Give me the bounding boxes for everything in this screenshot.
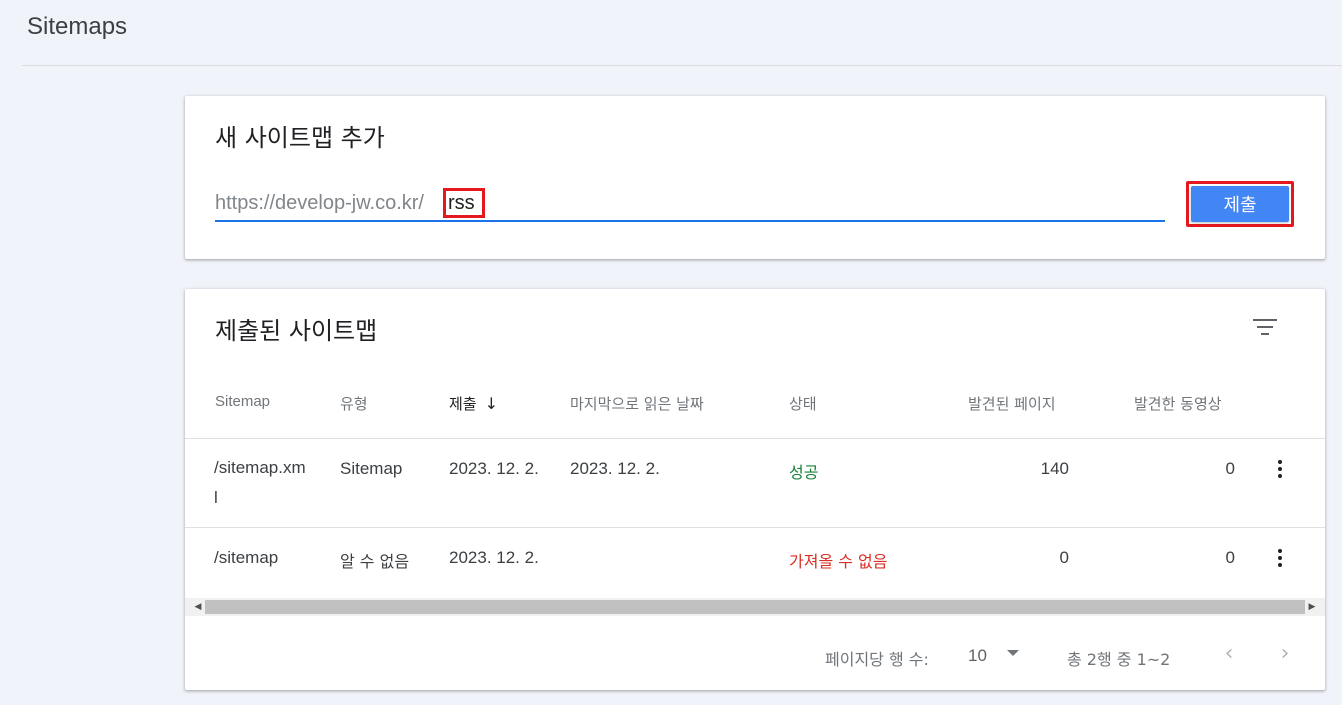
url-prefix: https://develop-jw.co.kr/ bbox=[215, 192, 424, 214]
col-header-last-read[interactable]: 마지막으로 읽은 날짜 bbox=[570, 393, 704, 414]
arrow-down-icon: ↓ bbox=[484, 394, 499, 413]
status-badge: 성공 bbox=[789, 463, 819, 482]
add-sitemap-card: 새 사이트맵 추가 https://develop-jw.co.kr/ 제출 bbox=[185, 96, 1325, 259]
rows-per-page-select[interactable]: 10 bbox=[968, 646, 987, 666]
cell-sitemap[interactable]: /sitemap bbox=[214, 548, 278, 568]
submit-button-highlight: 제출 bbox=[1186, 181, 1294, 227]
status-badge: 가져올 수 없음 bbox=[789, 552, 888, 571]
cell-pages: 140 bbox=[1040, 459, 1069, 478]
submit-button[interactable]: 제출 bbox=[1191, 186, 1289, 222]
row-divider bbox=[185, 527, 1325, 528]
col-header-sitemap[interactable]: Sitemap bbox=[215, 393, 270, 410]
chevron-left-icon[interactable]: ‹ bbox=[1219, 641, 1239, 666]
more-vert-icon[interactable] bbox=[1268, 546, 1292, 570]
cell-last-read: 2023. 12. 2. bbox=[570, 459, 660, 478]
cell-type: Sitemap bbox=[340, 459, 403, 478]
submitted-sitemaps-card: 제출된 사이트맵 Sitemap 유형 제출 ↓ 마지막으로 읽은 날짜 상태 발… bbox=[185, 289, 1325, 690]
submitted-sitemaps-title: 제출된 사이트맵 bbox=[215, 317, 378, 345]
horizontal-scrollbar[interactable]: ◀ ▶ bbox=[185, 598, 1325, 616]
cell-videos: 0 bbox=[1225, 548, 1235, 567]
header-divider bbox=[185, 438, 1325, 439]
page-title: Sitemaps bbox=[27, 13, 128, 40]
sitemap-url-field[interactable]: https://develop-jw.co.kr/ bbox=[215, 182, 1165, 222]
more-vert-icon[interactable] bbox=[1268, 457, 1292, 481]
cell-pages: 0 bbox=[1059, 548, 1069, 567]
col-header-submitted-label: 제출 bbox=[449, 395, 477, 413]
cell-type: 알 수 없음 bbox=[340, 552, 410, 571]
filter-list-icon[interactable] bbox=[1251, 317, 1279, 337]
title-divider bbox=[22, 65, 1342, 66]
col-header-type[interactable]: 유형 bbox=[340, 393, 368, 414]
col-header-videos[interactable]: 발견한 동영상 bbox=[1134, 393, 1222, 414]
col-header-status[interactable]: 상태 bbox=[789, 393, 817, 414]
scrollbar-thumb[interactable] bbox=[205, 600, 1305, 614]
col-header-submitted[interactable]: 제출 ↓ bbox=[449, 393, 498, 414]
chevron-down-icon[interactable] bbox=[1007, 650, 1019, 656]
chevron-right-icon[interactable]: › bbox=[1275, 641, 1295, 666]
scroll-right-icon[interactable]: ▶ bbox=[1303, 598, 1321, 616]
col-header-pages[interactable]: 발견된 페이지 bbox=[968, 393, 1056, 414]
rows-per-page-label: 페이지당 행 수: bbox=[825, 650, 929, 669]
cell-sitemap[interactable]: /sitemap.xml bbox=[214, 453, 309, 513]
cell-submitted: 2023. 12. 2. bbox=[449, 548, 539, 567]
cell-submitted: 2023. 12. 2. bbox=[449, 459, 539, 478]
add-sitemap-title: 새 사이트맵 추가 bbox=[215, 124, 385, 152]
sitemap-url-input[interactable] bbox=[443, 188, 485, 218]
pagination-range: 총 2행 중 1~2 bbox=[1067, 650, 1171, 669]
cell-videos: 0 bbox=[1225, 459, 1235, 478]
